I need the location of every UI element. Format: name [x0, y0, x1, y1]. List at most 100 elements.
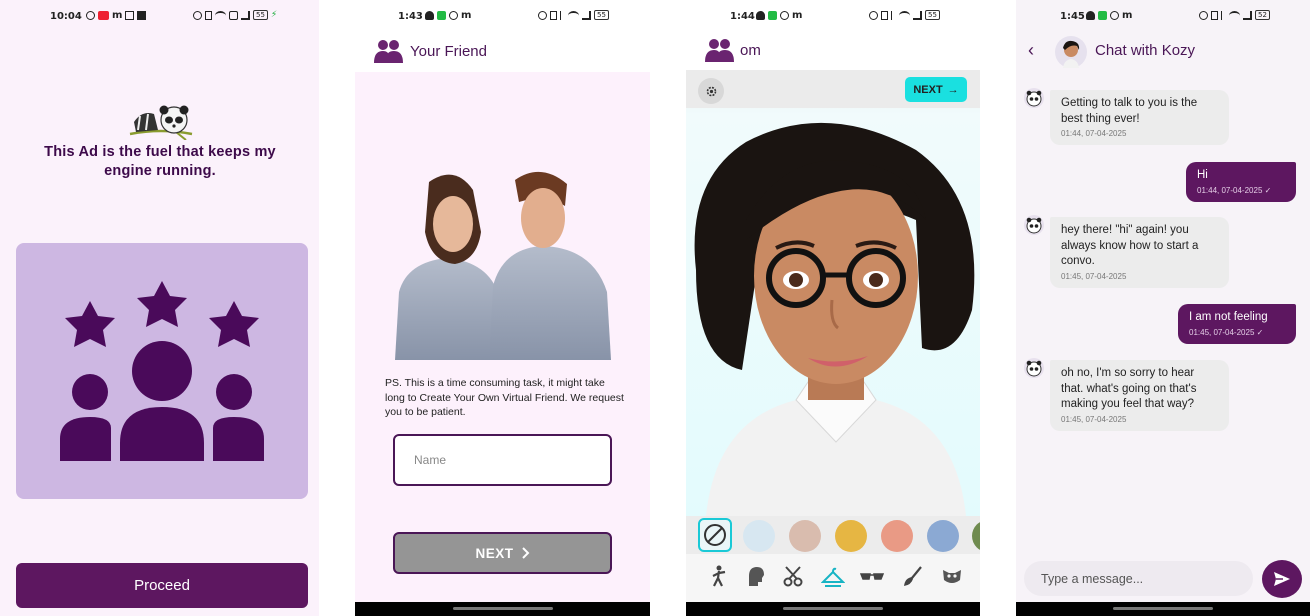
vibrate-icon — [1211, 10, 1218, 20]
settings-gear-button[interactable] — [698, 78, 724, 104]
editor-toolbar: NEXT → — [686, 70, 980, 108]
m-app-icon: m — [1122, 10, 1133, 21]
avatar-editor-screen: 1:44 m 55 om NEXT → — [686, 0, 980, 616]
next-button[interactable]: NEXT — [393, 532, 612, 574]
message-timestamp: 01:45, 07-04-2025 — [1061, 414, 1127, 424]
message-text: oh no, I'm so sorry to hear that. what's… — [1061, 367, 1197, 410]
m-app-icon: m — [792, 10, 803, 21]
bluetooth-icon — [560, 10, 565, 20]
color-swatch-1[interactable] — [743, 520, 775, 552]
wifi-icon — [568, 10, 579, 20]
message-bubble: oh no, I'm so sorry to hear that. what's… — [1050, 360, 1229, 431]
battery-icon: 55 — [594, 10, 609, 20]
pose-icon[interactable] — [707, 564, 731, 588]
next-label: NEXT — [475, 545, 514, 561]
message-timestamp: 01:44, 07-04-2025 ✓ — [1197, 185, 1272, 195]
app-header: om — [686, 34, 980, 70]
friend-name-input[interactable]: Name — [393, 434, 612, 486]
notification-icons: m — [86, 10, 147, 21]
home-gesture-pill[interactable] — [452, 607, 553, 610]
message-text: Getting to talk to you is the best thing… — [1061, 97, 1198, 125]
next-label: NEXT — [913, 83, 943, 96]
alarm-icon — [193, 10, 202, 20]
color-swatch-3[interactable] — [835, 520, 867, 552]
color-swatch-2[interactable] — [789, 520, 821, 552]
app-icon — [137, 11, 147, 20]
call-icon — [229, 10, 238, 20]
snapchat-icon — [1086, 11, 1095, 20]
system-nav-bar — [686, 602, 980, 616]
system-icons: 55 — [538, 10, 609, 20]
page-title: Your Friend — [410, 43, 487, 60]
pinterest-icon — [449, 11, 458, 20]
send-button[interactable] — [1262, 560, 1302, 598]
friends-logo-icon — [374, 40, 403, 63]
message-timestamp: 01:45, 07-04-2025 — [1061, 271, 1127, 281]
message-bubble: Getting to talk to you is the best thing… — [1050, 90, 1229, 145]
send-icon — [1274, 572, 1290, 586]
snapchat-icon — [756, 11, 765, 20]
none-icon — [704, 524, 726, 546]
clothes-hanger-icon[interactable] — [821, 564, 845, 588]
status-bar: 1:45 m 52 — [1016, 0, 1310, 34]
panda-icon — [1026, 217, 1042, 234]
battery-icon: 55 — [253, 10, 268, 20]
wifi-icon — [215, 10, 226, 20]
pinterest-icon — [780, 11, 789, 20]
status-time: 1:43 — [398, 11, 423, 22]
mask-icon[interactable] — [940, 564, 964, 588]
system-nav-bar — [355, 602, 650, 616]
charging-icon: ⚡ — [270, 10, 278, 20]
message-text: hey there! "hi" again! you always know h… — [1061, 224, 1199, 267]
wifi-icon — [1229, 10, 1240, 20]
panda-icon — [1026, 90, 1042, 107]
status-bar: 1:44 m 55 — [686, 0, 980, 34]
message-input[interactable]: Type a message... — [1024, 561, 1253, 596]
back-arrow-icon[interactable]: ‹ — [1028, 40, 1034, 61]
message-composer: Type a message... — [1016, 555, 1310, 602]
next-button[interactable]: NEXT → — [905, 77, 967, 102]
ad-message: This Ad is the fuel that keeps my engine… — [44, 144, 276, 179]
signal-icon — [913, 10, 922, 20]
makeup-brush-icon[interactable] — [901, 564, 925, 588]
color-swatch-6[interactable] — [972, 520, 980, 552]
app-badge-icon — [98, 11, 109, 20]
app-icon — [768, 11, 777, 20]
chevron-right-icon — [521, 547, 529, 559]
home-gesture-pill[interactable] — [783, 607, 883, 610]
system-nav-bar — [1016, 602, 1310, 616]
pinterest-icon — [1110, 11, 1119, 20]
rating-card — [16, 243, 308, 499]
friend-name: om — [740, 42, 761, 59]
color-swatch-4[interactable] — [881, 520, 913, 552]
status-bar: 1:43 m 55 — [355, 0, 650, 34]
friend-avatar[interactable] — [1055, 36, 1087, 68]
app-icon — [437, 11, 446, 20]
message-timestamp: 01:44, 07-04-2025 — [1061, 129, 1127, 138]
panda-icon — [1026, 360, 1042, 377]
message-bubble: I am not feeling 01:45, 07-04-2025 ✓ — [1178, 304, 1296, 344]
vibrate-icon — [881, 10, 888, 20]
message-bubble: Hi 01:44, 07-04-2025 ✓ — [1186, 162, 1296, 202]
hair-scissors-icon[interactable] — [782, 564, 806, 588]
head-icon[interactable] — [744, 564, 768, 588]
no-color-swatch[interactable] — [698, 518, 732, 552]
whatsapp-icon — [86, 11, 95, 20]
status-bar: 10:04 m 55 ⚡ — [0, 0, 319, 34]
home-gesture-pill[interactable] — [1113, 607, 1213, 610]
ad-screen: 10:04 m 55 ⚡ This Ad is the fuel that ke… — [0, 0, 319, 616]
notification-icons: m — [756, 10, 802, 21]
message-bubble: hey there! "hi" again! you always know h… — [1050, 217, 1229, 288]
vibrate-icon — [205, 10, 212, 20]
avatar-preview[interactable] — [686, 70, 980, 516]
signal-icon — [241, 10, 250, 20]
color-swatch-5[interactable] — [927, 520, 959, 552]
app-header: Your Friend — [355, 34, 650, 72]
proceed-button[interactable]: Proceed — [16, 563, 308, 608]
status-time: 1:45 — [1060, 11, 1085, 22]
chat-header: ‹ Chat with Kozy — [1016, 34, 1310, 72]
glasses-icon[interactable] — [860, 564, 884, 588]
bluetooth-icon — [1221, 10, 1226, 20]
patience-note: PS. This is a time consuming task, it mi… — [385, 377, 624, 418]
signal-icon — [582, 10, 591, 20]
